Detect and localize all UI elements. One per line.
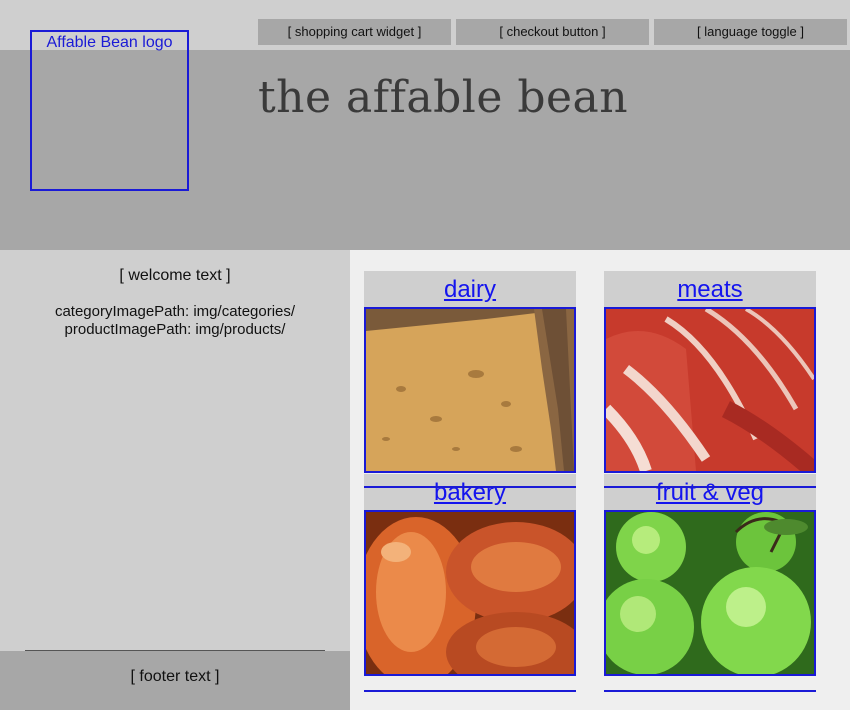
category-bakery: bakery — [364, 474, 576, 676]
bread-image — [366, 512, 574, 674]
prosciutto-image — [606, 309, 814, 471]
footer-text: [ footer text ] — [130, 668, 220, 685]
category-link-dairy[interactable]: dairy — [364, 271, 576, 307]
checkout-button[interactable]: [ checkout button ] — [456, 19, 649, 45]
category-image-path: categoryImagePath: img/categories/ — [54, 303, 296, 320]
cheese-image — [366, 309, 574, 471]
category-link-meats[interactable]: meats — [604, 271, 816, 307]
category-image-meats[interactable] — [604, 307, 816, 473]
category-dairy: dairy — [364, 271, 576, 473]
welcome-text: [ welcome text ] — [119, 267, 231, 284]
logo-text: Affable Bean logo — [46, 34, 173, 51]
image-paths: categoryImagePath: img/categories/ produ… — [0, 303, 350, 339]
category-link-fruit-veg[interactable]: fruit & veg — [604, 474, 816, 510]
green-apples-image — [606, 512, 814, 674]
category-divider — [364, 690, 576, 692]
category-link-bakery[interactable]: bakery — [364, 474, 576, 510]
category-grid: dairy meats bakery fruit & veg — [350, 250, 850, 710]
category-meats: meats — [604, 271, 816, 473]
product-image-path: productImagePath: img/products/ — [64, 321, 286, 338]
category-divider — [364, 486, 576, 488]
logo[interactable]: Affable Bean logo — [30, 30, 189, 191]
category-fruit-veg: fruit & veg — [604, 474, 816, 676]
shopping-cart-widget[interactable]: [ shopping cart widget ] — [258, 19, 451, 45]
category-divider — [604, 690, 816, 692]
left-column: [ welcome text ] categoryImagePath: img/… — [0, 250, 350, 650]
language-toggle[interactable]: [ language toggle ] — [654, 19, 847, 45]
category-image-dairy[interactable] — [364, 307, 576, 473]
footer: [ footer text ] — [0, 651, 350, 710]
category-image-bakery[interactable] — [364, 510, 576, 676]
category-divider — [604, 486, 816, 488]
page-title: the affable bean — [258, 72, 629, 123]
category-image-fruit-veg[interactable] — [604, 510, 816, 676]
